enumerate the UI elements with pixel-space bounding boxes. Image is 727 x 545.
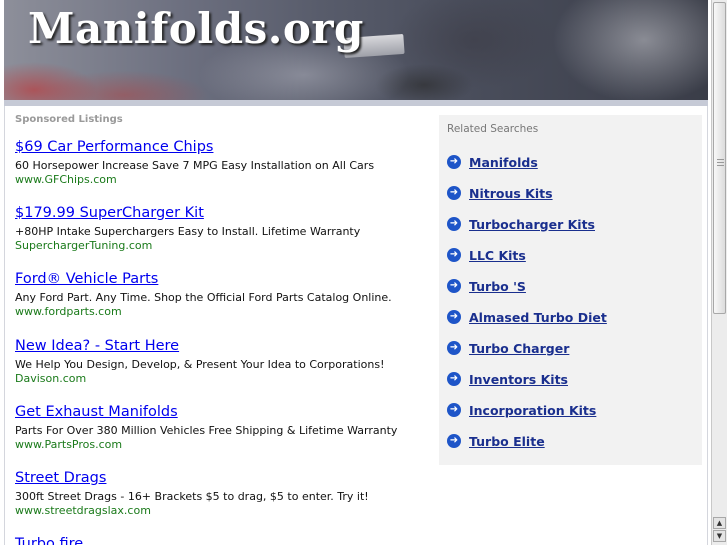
scroll-up-button[interactable]: ▲ (713, 517, 726, 529)
related-link[interactable]: Almased Turbo Diet (469, 310, 607, 325)
site-title[interactable]: Manifolds.org (28, 4, 364, 53)
related-link[interactable]: Turbo 'S (469, 279, 526, 294)
related-item[interactable]: ➜ Almased Turbo Diet (447, 308, 607, 326)
sponsored-heading: Sponsored Listings (15, 114, 123, 125)
listing-title-link[interactable]: Street Drags (15, 470, 425, 487)
related-link[interactable]: Turbocharger Kits (469, 217, 595, 232)
related-searches-heading: Related Searches (447, 123, 539, 135)
listing-url-link[interactable]: SuperchargerTuning.com (15, 239, 425, 252)
scrollbar-thumb[interactable] (713, 2, 726, 314)
sponsored-listing: Turbo fire (15, 536, 425, 545)
listing-title-link[interactable]: $69 Car Performance Chips (15, 139, 425, 156)
related-item[interactable]: ➜ Incorporation Kits (447, 401, 596, 419)
related-link[interactable]: Turbo Elite (469, 434, 545, 449)
arrow-circle-icon: ➜ (447, 341, 461, 355)
related-item[interactable]: ➜ Inventors Kits (447, 370, 568, 388)
related-link[interactable]: Nitrous Kits (469, 186, 553, 201)
related-item[interactable]: ➜ Manifolds (447, 153, 538, 171)
related-link[interactable]: Manifolds (469, 155, 538, 170)
arrow-circle-icon: ➜ (447, 403, 461, 417)
listing-url-link[interactable]: www.PartsPros.com (15, 438, 425, 451)
banner-bottom-bar (4, 100, 708, 106)
related-link[interactable]: Incorporation Kits (469, 403, 596, 418)
listing-title-link[interactable]: New Idea? - Start Here (15, 338, 425, 355)
listing-description: +80HP Intake Superchargers Easy to Insta… (15, 225, 361, 238)
left-border (4, 106, 5, 545)
listing-description: Parts For Over 380 Million Vehicles Free… (15, 424, 398, 437)
arrow-circle-icon: ➜ (447, 279, 461, 293)
arrow-circle-icon: ➜ (447, 186, 461, 200)
listing-title-link[interactable]: $179.99 SuperCharger Kit (15, 205, 425, 222)
vertical-scrollbar[interactable]: ▲ ▼ (711, 0, 727, 545)
related-item[interactable]: ➜ Turbo 'S (447, 277, 526, 295)
listing-description: 60 Horsepower Increase Save 7 MPG Easy I… (15, 159, 375, 172)
related-link[interactable]: Turbo Charger (469, 341, 569, 356)
listing-description: We Help You Design, Develop, & Present Y… (15, 358, 385, 371)
scrollbar-grip (717, 159, 724, 167)
listing-url-link[interactable]: www.GFChips.com (15, 173, 425, 186)
related-item[interactable]: ➜ LLC Kits (447, 246, 526, 264)
sponsored-listing: Ford® Vehicle Parts Any Ford Part. Any T… (15, 271, 425, 318)
related-item[interactable]: ➜ Turbo Charger (447, 339, 569, 357)
listing-url-link[interactable]: www.fordparts.com (15, 305, 425, 318)
related-link[interactable]: LLC Kits (469, 248, 526, 263)
scroll-down-button[interactable]: ▼ (713, 530, 726, 542)
sponsored-listing: Street Drags 300ft Street Drags - 16+ Br… (15, 470, 425, 517)
listing-description: 300ft Street Drags - 16+ Brackets $5 to … (15, 490, 369, 503)
related-item[interactable]: ➜ Nitrous Kits (447, 184, 553, 202)
listing-title-link[interactable]: Get Exhaust Manifolds (15, 404, 425, 421)
page: Manifolds.org Sponsored Listings $69 Car… (0, 0, 711, 545)
arrow-circle-icon: ➜ (447, 155, 461, 169)
right-border (707, 106, 708, 545)
related-item[interactable]: ➜ Turbocharger Kits (447, 215, 595, 233)
sponsored-listing: New Idea? - Start Here We Help You Desig… (15, 338, 425, 385)
arrow-circle-icon: ➜ (447, 372, 461, 386)
listing-title-link[interactable]: Ford® Vehicle Parts (15, 271, 425, 288)
header-banner: Manifolds.org (4, 0, 708, 106)
arrow-circle-icon: ➜ (447, 310, 461, 324)
arrow-circle-icon: ➜ (447, 434, 461, 448)
listing-description: Any Ford Part. Any Time. Shop the Offici… (15, 291, 392, 304)
listing-title-link[interactable]: Turbo fire (15, 536, 425, 545)
related-item[interactable]: ➜ Turbo Elite (447, 432, 545, 450)
listing-url-link[interactable]: www.streetdragslax.com (15, 504, 425, 517)
sponsored-listing: Get Exhaust Manifolds Parts For Over 380… (15, 404, 425, 451)
arrow-circle-icon: ➜ (447, 248, 461, 262)
sponsored-listing: $179.99 SuperCharger Kit +80HP Intake Su… (15, 205, 425, 252)
related-searches-panel: Related Searches ➜ Manifolds ➜ Nitrous K… (439, 115, 702, 465)
sponsored-listing: $69 Car Performance Chips 60 Horsepower … (15, 139, 425, 186)
related-link[interactable]: Inventors Kits (469, 372, 568, 387)
arrow-circle-icon: ➜ (447, 217, 461, 231)
listing-url-link[interactable]: Davison.com (15, 372, 425, 385)
